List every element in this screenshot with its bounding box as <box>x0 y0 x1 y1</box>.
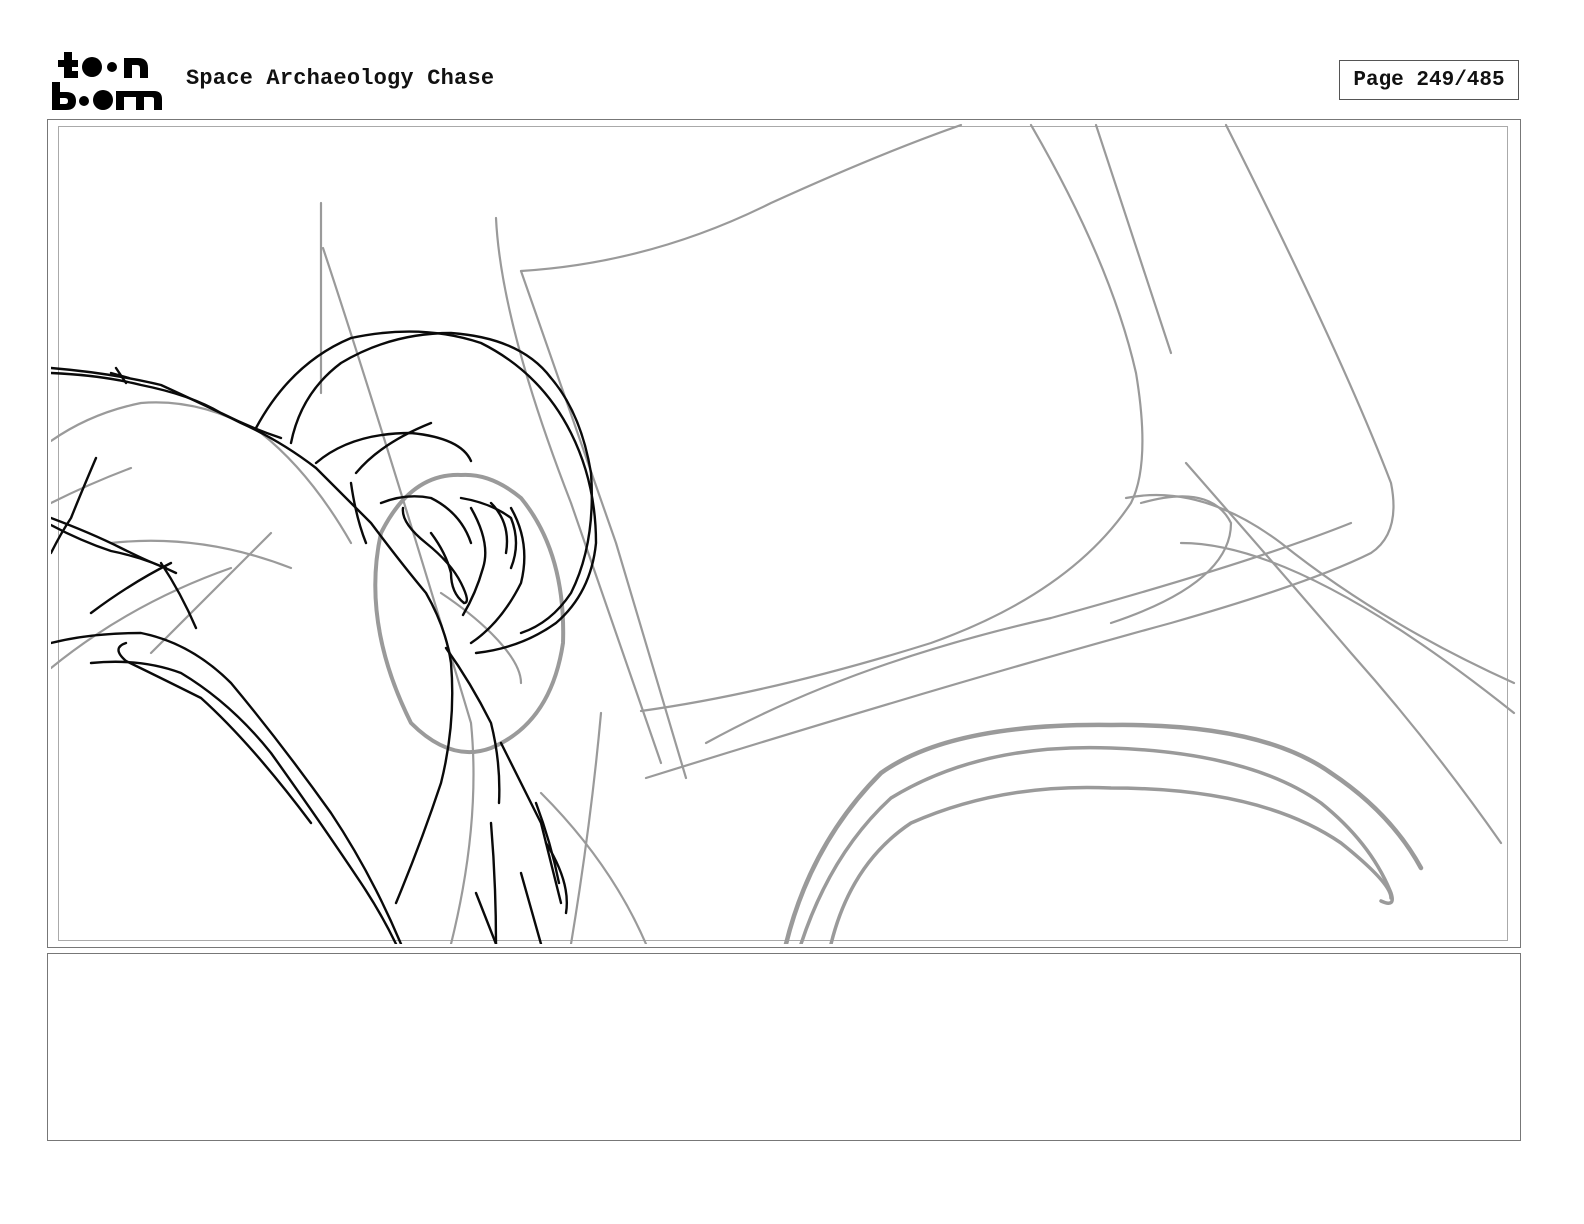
storyboard-panel <box>47 119 1521 948</box>
toon-boom-logo <box>50 50 164 112</box>
ink-lines <box>51 330 598 944</box>
panel-notes-box <box>47 953 1521 1141</box>
rough-lines <box>51 123 1516 944</box>
panel-sketch <box>51 123 1516 944</box>
project-title: Space Archaeology Chase <box>186 66 495 91</box>
page-number: Page 249/485 <box>1339 60 1519 100</box>
